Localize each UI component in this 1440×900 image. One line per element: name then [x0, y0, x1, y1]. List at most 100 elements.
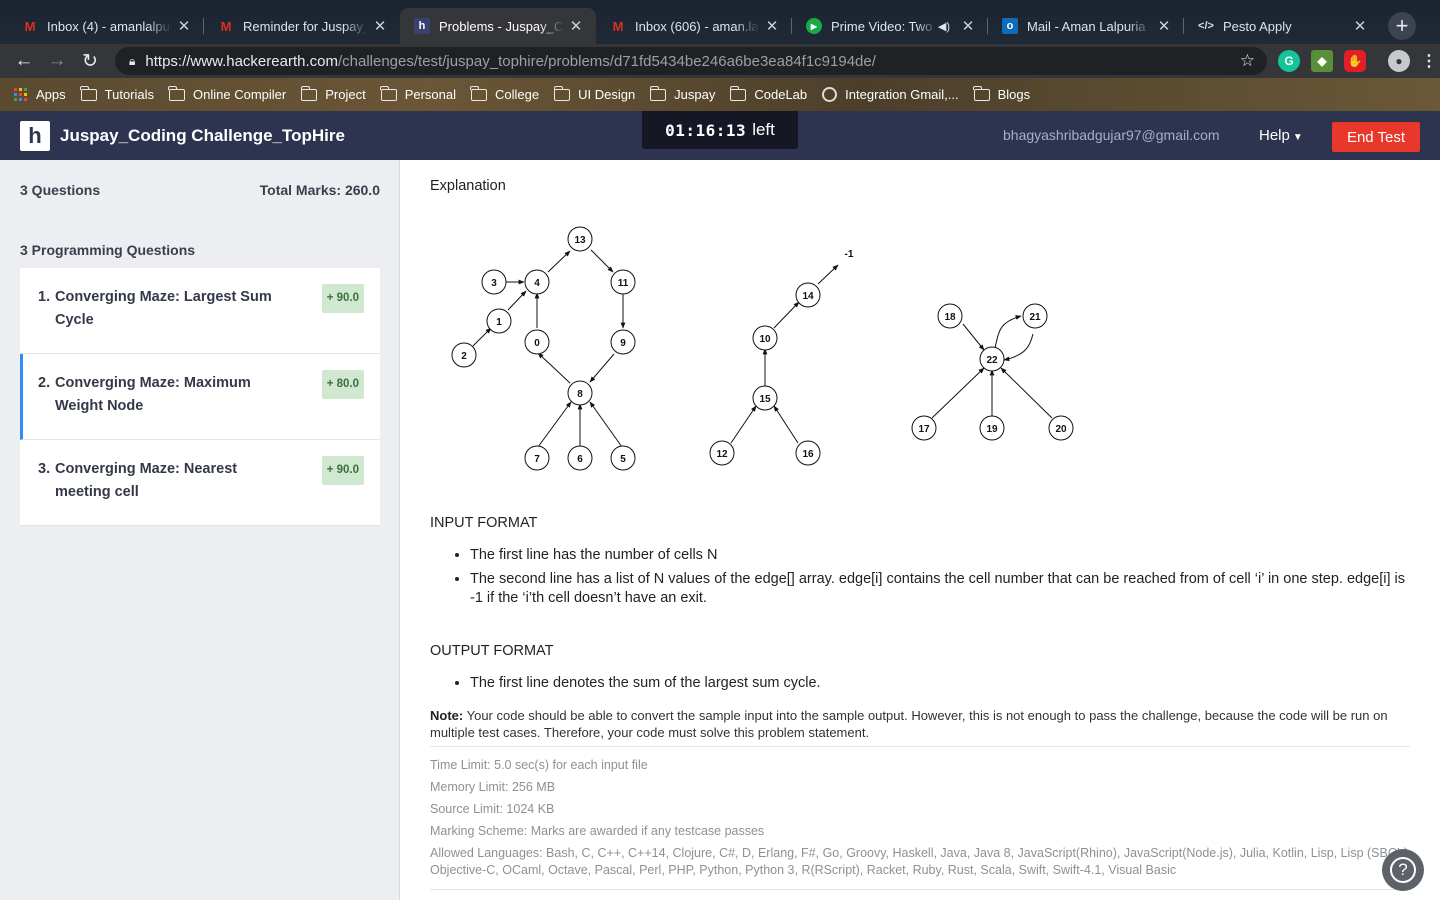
- marks-badge: + 90.0: [321, 284, 364, 313]
- node-label: 2: [461, 351, 467, 362]
- browser-tab[interactable]: ▶ Prime Video: Two ◀) ✕: [792, 8, 988, 44]
- forward-button[interactable]: →: [43, 47, 71, 75]
- question-item[interactable]: 3. Converging Maze: Nearest meeting cell…: [20, 440, 380, 526]
- bookmark-label: UI Design: [578, 87, 636, 102]
- user-email[interactable]: bhagyashribadgujar97@gmail.com: [1003, 127, 1220, 143]
- node-label: 5: [620, 454, 626, 465]
- bookmark-label: Tutorials: [104, 87, 155, 102]
- browser-menu-icon[interactable]: ⋮: [1418, 50, 1440, 72]
- questions-count: 3 Questions: [20, 182, 101, 198]
- close-icon[interactable]: ✕: [960, 17, 976, 35]
- bookmark-label: Integration Gmail,...: [845, 87, 959, 102]
- node-label: 4: [534, 278, 540, 289]
- grammarly-icon[interactable]: G: [1278, 50, 1300, 72]
- node-label: 15: [759, 394, 771, 405]
- node-label: 3: [491, 278, 497, 289]
- list-item: The first line denotes the sum of the la…: [470, 674, 1410, 693]
- timer-value: 01:16:13: [665, 120, 747, 140]
- node-label: 12: [716, 449, 728, 460]
- prime-video-icon: ▶: [806, 18, 822, 34]
- bookmark-label: Online Compiler: [193, 87, 287, 102]
- question-item-active[interactable]: 2. Converging Maze: Maximum Weight Node …: [20, 354, 380, 440]
- apps-grid-icon: [14, 88, 27, 101]
- speaker-icon[interactable]: ◀): [938, 20, 950, 33]
- browser-tab[interactable]: M Inbox (606) - aman.la ✕: [596, 8, 792, 44]
- bookmark-folder[interactable]: CodeLab: [729, 85, 808, 102]
- explanation-heading: Explanation: [430, 178, 506, 194]
- browser-tab[interactable]: M Reminder for Juspay_C ✕: [204, 8, 400, 44]
- section-title: 3 Programming Questions: [20, 242, 196, 258]
- close-icon[interactable]: ✕: [568, 17, 584, 35]
- bookmark-folder[interactable]: Personal: [380, 85, 456, 102]
- bookmarks-bar: Apps Tutorials Online Compiler Project P…: [0, 78, 1440, 111]
- question-number: 3.: [38, 461, 51, 477]
- challenge-title: Juspay_Coding Challenge_TopHire: [60, 125, 345, 145]
- pesto-icon: </>: [1198, 20, 1214, 32]
- bookmark-apps[interactable]: Apps: [14, 87, 66, 102]
- folder-icon: [973, 85, 990, 101]
- help-dropdown[interactable]: Help ▼: [1259, 127, 1303, 144]
- end-test-button[interactable]: End Test: [1332, 122, 1420, 152]
- profile-avatar[interactable]: ●: [1388, 50, 1410, 72]
- tab-title: Reminder for Juspay_C: [243, 18, 368, 34]
- outlook-icon: o: [1002, 18, 1018, 34]
- extension-icon[interactable]: ◆: [1311, 50, 1333, 72]
- reload-button[interactable]: ↻: [76, 47, 104, 75]
- source-limit: Source Limit: 1024 KB: [430, 802, 555, 816]
- close-icon[interactable]: ✕: [1352, 17, 1368, 35]
- adblock-icon[interactable]: ✋: [1344, 50, 1366, 72]
- help-chat-button[interactable]: ?: [1382, 849, 1424, 891]
- bookmark-label: CodeLab: [754, 87, 808, 102]
- browser-tab[interactable]: </> Pesto Apply ✕: [1184, 8, 1380, 44]
- input-format-list: The first line has the number of cells N…: [470, 546, 1410, 613]
- new-tab-button[interactable]: +: [1388, 12, 1416, 40]
- folder-icon: [380, 85, 397, 101]
- bookmark-folder[interactable]: Blogs: [973, 85, 1031, 102]
- bookmark-label: Personal: [404, 87, 456, 102]
- input-format-heading: INPUT FORMAT: [430, 515, 538, 531]
- browser-tab[interactable]: M Inbox (4) - amanlalpuri ✕: [8, 8, 204, 44]
- hackerearth-logo[interactable]: h: [20, 120, 50, 151]
- browser-tab[interactable]: o Mail - Aman Lalpuria - ✕: [988, 8, 1184, 44]
- gmail-icon: M: [24, 18, 36, 34]
- question-mark-icon: ?: [1390, 857, 1416, 883]
- bookmark-star-icon[interactable]: ☆: [1240, 51, 1255, 71]
- caret-down-icon: ▼: [1292, 132, 1303, 143]
- node-label: 17: [918, 424, 930, 435]
- close-icon[interactable]: ✕: [176, 17, 192, 35]
- output-format-list: The first line denotes the sum of the la…: [470, 674, 1410, 698]
- node-label: 1: [496, 317, 502, 328]
- browser-tab-active[interactable]: h Problems - Juspay_Co ✕: [400, 8, 596, 44]
- note-label: Note:: [430, 708, 464, 723]
- close-icon[interactable]: ✕: [1156, 17, 1172, 35]
- close-icon[interactable]: ✕: [764, 17, 780, 35]
- back-button[interactable]: ←: [10, 47, 38, 75]
- browser-tab-bar: M Inbox (4) - amanlalpuri ✕ M Reminder f…: [0, 0, 1440, 44]
- node-label: -1: [845, 249, 854, 260]
- bookmark-folder[interactable]: UI Design: [553, 85, 636, 102]
- close-icon[interactable]: ✕: [372, 17, 388, 35]
- question-number: 2.: [38, 375, 51, 391]
- node-label: 20: [1055, 424, 1067, 435]
- node-label: 7: [534, 454, 540, 465]
- node-label: 9: [620, 338, 626, 349]
- bookmark-folder[interactable]: Project: [300, 85, 366, 102]
- bookmark-label: Blogs: [997, 87, 1031, 102]
- bookmark-folder[interactable]: College: [470, 85, 539, 102]
- lock-icon: 🔒︎: [129, 53, 136, 68]
- question-title: Converging Maze: Nearest meeting cell: [55, 461, 238, 500]
- bookmark-link[interactable]: Integration Gmail,...: [822, 87, 959, 102]
- node-label: 18: [944, 312, 956, 323]
- problem-content: Explanation 13 3 4 11 1 0 9 2 8 7 6 5 -1…: [400, 160, 1440, 900]
- tab-title: Problems - Juspay_Co: [439, 18, 564, 34]
- bookmark-folder[interactable]: Juspay: [649, 85, 715, 102]
- browser-toolbar: ← → ↻ 🔒︎ https://www.hackerearth.com/cha…: [0, 44, 1440, 78]
- folder-icon: [553, 85, 571, 101]
- question-item[interactable]: 1. Converging Maze: Largest Sum Cycle + …: [20, 268, 380, 354]
- note-text: Your code should be able to convert the …: [430, 708, 1388, 740]
- hackerearth-icon: h: [414, 18, 430, 34]
- bookmark-folder[interactable]: Tutorials: [80, 85, 155, 102]
- bookmark-folder[interactable]: Online Compiler: [168, 85, 287, 102]
- sidebar-summary: 3 Questions Total Marks: 260.0: [20, 182, 380, 198]
- url-bar[interactable]: 🔒︎ https://www.hackerearth.com/challenge…: [115, 47, 1267, 75]
